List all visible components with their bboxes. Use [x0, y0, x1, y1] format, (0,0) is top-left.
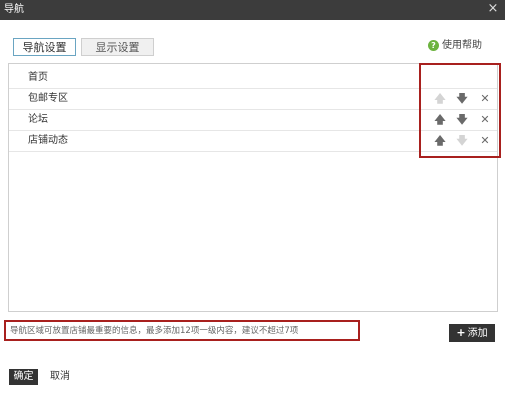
move-up-icon[interactable]: 🡅 — [434, 113, 446, 127]
nav-row-home: 首页 — [9, 68, 497, 89]
delete-icon[interactable]: ✕ — [479, 134, 491, 148]
tab-display-settings[interactable]: 显示设置 — [81, 38, 154, 56]
delete-icon[interactable]: ✕ — [479, 92, 491, 106]
nav-item-label: 包邮专区 — [28, 93, 68, 104]
tab-nav-settings[interactable]: 导航设置 — [13, 38, 76, 56]
confirm-button[interactable]: 确定 — [9, 369, 38, 385]
help-link[interactable]: ? 使用帮助 — [428, 39, 482, 53]
delete-icon[interactable]: ✕ — [479, 113, 491, 127]
dialog-titlebar: 导航 × — [0, 0, 505, 20]
nav-row-free-shipping: 包邮专区 🡅 🡇 ✕ — [9, 89, 497, 110]
cancel-button[interactable]: 取消 — [50, 369, 70, 385]
plus-icon: + — [456, 326, 466, 339]
help-label: 使用帮助 — [442, 40, 482, 51]
nav-item-label: 店铺动态 — [28, 135, 68, 146]
move-up-icon[interactable]: 🡅 — [434, 134, 446, 148]
nav-item-label: 论坛 — [28, 114, 48, 125]
nav-row-forum: 论坛 🡅 🡇 ✕ — [9, 110, 497, 131]
move-down-icon: 🡇 — [456, 134, 468, 147]
dialog-title: 导航 — [4, 4, 24, 15]
add-button-label: 添加 — [467, 328, 488, 339]
navigation-dialog: 导航 × 导航设置 显示设置 ? 使用帮助 首页 包邮专区 🡅 🡇 ✕ 论坛 🡅 … — [0, 0, 505, 395]
nav-item-label: 首页 — [28, 72, 48, 83]
close-icon[interactable]: × — [486, 2, 500, 16]
hint-highlight: 导航区域可放置店铺最重要的信息，最多添加12项一级内容，建议不超过7项 — [4, 320, 360, 341]
move-down-icon[interactable]: 🡇 — [456, 113, 468, 127]
nav-item-list: 首页 包邮专区 🡅 🡇 ✕ 论坛 🡅 🡇 ✕ 店铺动态 🡅 🡇 ✕ — [8, 63, 498, 312]
move-down-icon[interactable]: 🡇 — [456, 92, 468, 106]
move-up-icon: 🡅 — [434, 92, 446, 105]
help-icon: ? — [428, 39, 439, 51]
hint-text: 导航区域可放置店铺最重要的信息，最多添加12项一级内容，建议不超过7项 — [10, 326, 299, 336]
add-button[interactable]: + 添加 — [449, 324, 495, 342]
nav-row-store-news: 店铺动态 🡅 🡇 ✕ — [9, 131, 497, 152]
